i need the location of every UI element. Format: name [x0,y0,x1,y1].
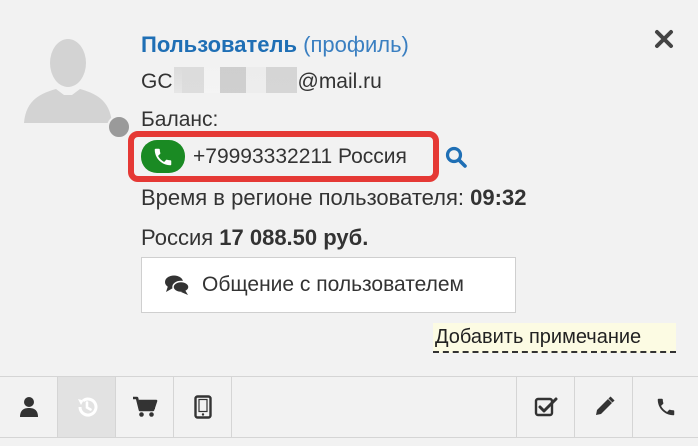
bottom-toolbar [0,376,698,438]
close-button[interactable] [651,26,677,52]
search-icon [445,146,467,168]
user-tab[interactable] [0,377,58,437]
tasks-tab[interactable] [516,377,574,437]
devices-tab[interactable] [174,377,232,437]
balance-label: Баланс: [141,108,219,131]
call-button[interactable] [141,140,185,173]
user-silhouette-icon [24,39,112,123]
user-card: Пользователь (профиль) GC @mail.ru Баланс… [0,0,698,446]
phone-search-button[interactable] [444,145,468,169]
close-icon [655,30,673,48]
pencil-icon [595,396,615,415]
history-icon [77,397,97,417]
user-icon [19,397,38,417]
user-region-time: Время в регионе пользователя: 09:32 [141,184,526,212]
money-region: Россия [141,225,220,250]
email-domain: @mail.ru [297,70,382,93]
email-redaction [173,67,297,93]
time-label: Время в регионе пользователя: [141,185,471,210]
user-email: GC @mail.ru [141,67,382,96]
phone-number: +79993332211 Россия [193,145,407,168]
call-tab[interactable] [632,377,698,437]
phone-icon [657,398,674,416]
email-prefix: GC [141,70,173,93]
phone-icon [154,148,172,165]
money-value: 17 088.50 руб. [219,225,369,250]
cart-icon [132,396,157,417]
user-name-link[interactable]: Пользователь [141,32,297,57]
add-note-link[interactable]: Добавить примечание [433,323,676,353]
user-title: Пользователь (профиль) [141,31,409,59]
avatar [20,33,116,123]
tablet-icon [193,395,212,419]
history-tab[interactable] [58,377,116,437]
chat-with-user-button[interactable]: Общение с пользователем [141,257,516,313]
edit-tab[interactable] [574,377,632,437]
profile-link[interactable]: (профиль) [303,32,409,57]
checkbox-icon [534,397,557,417]
time-value: 09:32 [470,185,527,210]
orders-tab[interactable] [116,377,174,437]
online-status-indicator [107,115,131,139]
user-money: Россия 17 088.50 руб. [141,224,368,252]
comments-icon [165,275,190,295]
chat-button-label: Общение с пользователем [202,273,464,296]
